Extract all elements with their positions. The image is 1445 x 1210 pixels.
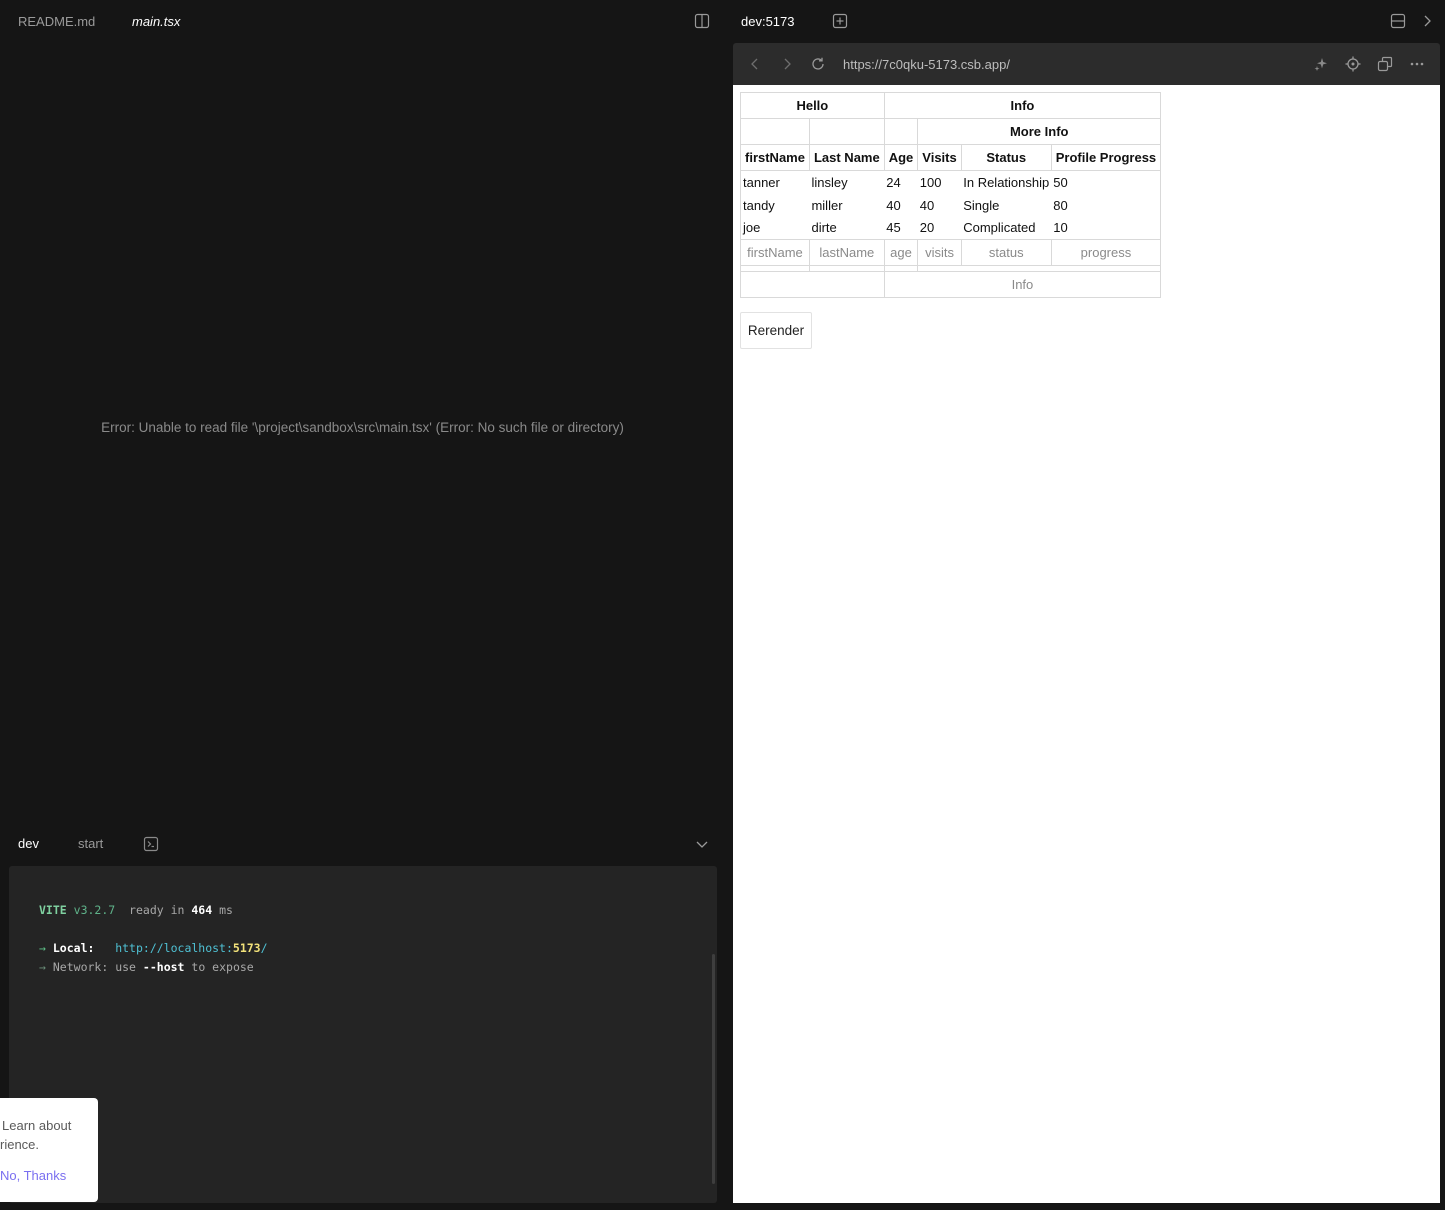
terminal-line-network: → Network: use --host to expose	[39, 960, 254, 974]
column-header: Visits	[917, 144, 962, 171]
column-header: firstName	[740, 144, 810, 171]
data-table: Hello Info More Info firstName Last Name…	[740, 92, 1162, 298]
header-info: Info	[883, 92, 1162, 119]
crosshair-icon[interactable]	[1345, 56, 1361, 72]
header-more-info: More Info	[917, 118, 1162, 145]
header-placeholder	[740, 118, 810, 145]
chevron-down-icon[interactable]	[694, 836, 710, 852]
toast-text-line2: rience.	[0, 1137, 40, 1152]
column-header: Status	[960, 144, 1052, 171]
local-url-suffix[interactable]: /	[261, 941, 268, 955]
table-cell: 40	[919, 197, 935, 213]
table-cell: 80	[1053, 197, 1068, 213]
feedback-toast: Learn about rience. No, Thanks	[0, 1098, 98, 1202]
local-label: Local:	[52, 941, 95, 955]
toast-text-line1: Learn about	[2, 1118, 72, 1133]
footer-cell: progress	[1050, 239, 1162, 266]
file-error-message: Error: Unable to read file '\project\san…	[101, 420, 624, 435]
local-url-prefix[interactable]: http://localhost:	[115, 941, 233, 955]
terminal-scrollbar[interactable]	[712, 954, 715, 1184]
header-columns-row: firstName Last Name Age Visits Status Pr…	[740, 144, 1162, 171]
forward-icon[interactable]	[779, 56, 795, 72]
url-input[interactable]	[843, 54, 1263, 74]
ready-text: ready in	[129, 903, 185, 917]
terminal-tab-bar: dev start	[0, 828, 725, 860]
header-hello: Hello	[740, 92, 885, 119]
preview-header: dev:5173	[733, 0, 1445, 42]
table-cell: 100	[919, 174, 942, 190]
footer-cell: firstName	[740, 239, 810, 266]
table-cell: 10	[1053, 220, 1068, 236]
vite-label: VITE	[39, 903, 67, 917]
table-cell: 24	[886, 174, 901, 190]
split-editor-icon[interactable]	[694, 13, 710, 29]
footer-columns-row: firstName lastName age visits status pro…	[740, 239, 1162, 266]
rerender-button[interactable]: Rerender	[740, 312, 812, 349]
back-icon[interactable]	[747, 56, 763, 72]
terminal-line-vite: VITE v3.2.7 ready in 464 ms	[39, 903, 233, 917]
network-rest: to expose	[191, 960, 254, 974]
preview-viewport: Hello Info More Info firstName Last Name…	[733, 85, 1440, 1203]
terminal-tab-start[interactable]: start	[78, 836, 103, 851]
column-header: Age	[883, 144, 919, 171]
vite-version: v3.2.7	[73, 903, 116, 917]
browser-toolbar	[733, 43, 1440, 85]
local-url-port[interactable]: 5173	[233, 941, 261, 955]
table-cell: joe	[743, 220, 761, 236]
footer-info: Info	[883, 271, 1162, 298]
no-thanks-button[interactable]: No, Thanks	[0, 1168, 66, 1183]
footer-cell: status	[960, 239, 1052, 266]
table-cell: linsley	[811, 174, 848, 190]
more-options-icon[interactable]	[1409, 56, 1425, 72]
column-header: Last Name	[808, 144, 885, 171]
chevron-right-icon[interactable]	[1419, 13, 1435, 29]
table-row: tanner linsley 24 100 In Relationship 50	[741, 171, 1161, 194]
table-cell: In Relationship	[963, 174, 1050, 190]
table-cell: tanner	[743, 174, 780, 190]
arrow-right-icon: →	[39, 960, 46, 974]
preview-tab-title[interactable]: dev:5173	[741, 14, 795, 29]
layout-icon[interactable]	[1390, 13, 1406, 29]
header-group-row-2: More Info	[740, 118, 1162, 145]
editor-tab-bar: README.md main.tsx	[0, 0, 725, 42]
terminal-tab-dev[interactable]: dev	[18, 836, 39, 851]
terminal-line-local: → Local: http://localhost:5173/	[39, 941, 268, 955]
footer-cell: lastName	[808, 239, 885, 266]
ready-ms: 464	[191, 903, 213, 917]
table-cell: 50	[1053, 174, 1068, 190]
footer-group-row: Info	[740, 271, 1162, 298]
footer-placeholder	[740, 271, 885, 298]
arrow-right-icon: →	[39, 941, 46, 955]
table-row: tandy miller 40 40 Single 80	[741, 194, 1161, 217]
terminal-output[interactable]: VITE v3.2.7 ready in 464 ms → Local: htt…	[9, 866, 717, 1203]
header-group-row-1: Hello Info	[740, 92, 1162, 119]
table-cell: Complicated	[963, 220, 1036, 236]
footer-cell: age	[883, 239, 919, 266]
open-in-new-window-icon[interactable]	[1377, 56, 1393, 72]
table-cell: 40	[886, 197, 901, 213]
tab-main-tsx[interactable]: main.tsx	[132, 14, 180, 29]
sparkle-icon[interactable]	[1313, 56, 1329, 72]
table-cell: miller	[811, 197, 843, 213]
table-cell: 45	[886, 220, 901, 236]
network-flag: --host	[142, 960, 185, 974]
network-label: Network:	[52, 960, 109, 974]
new-terminal-icon[interactable]	[143, 836, 159, 852]
ready-unit: ms	[219, 903, 233, 917]
table-cell: Single	[963, 197, 1000, 213]
table-cell: dirte	[811, 220, 837, 236]
network-use: use	[115, 960, 136, 974]
reload-icon[interactable]	[810, 56, 826, 72]
footer-cell: visits	[917, 239, 962, 266]
column-header: Profile Progress	[1050, 144, 1162, 171]
table-row: joe dirte 45 20 Complicated 10	[741, 217, 1161, 240]
tab-readme[interactable]: README.md	[18, 14, 95, 29]
header-placeholder	[883, 118, 919, 145]
editor-body: Error: Unable to read file '\project\san…	[0, 42, 725, 827]
table-cell: 20	[919, 220, 935, 236]
add-tab-icon[interactable]	[832, 13, 848, 29]
header-placeholder	[808, 118, 885, 145]
table-cell: tandy	[743, 197, 775, 213]
